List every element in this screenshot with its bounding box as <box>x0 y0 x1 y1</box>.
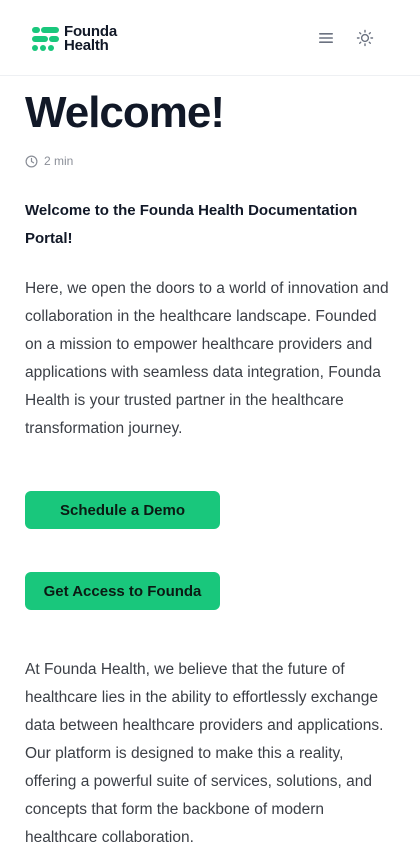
sun-icon <box>356 29 374 47</box>
mission-paragraph: At Founda Health, we believe that the fu… <box>25 661 384 846</box>
top-header: Founda Health <box>0 0 420 76</box>
founda-health-logo[interactable]: Founda Health <box>32 24 122 54</box>
reading-time-label: 2 min <box>44 154 74 168</box>
logo-wordmark: Founda Health <box>64 24 117 54</box>
founda-logo-mark-icon <box>32 26 60 52</box>
hamburger-menu-icon <box>319 33 333 43</box>
reading-time: 2 min <box>25 153 395 169</box>
logo-line-2: Health <box>64 37 109 54</box>
get-access-button[interactable]: Get Access to Founda <box>25 572 220 610</box>
page-title: Welcome! <box>25 88 225 137</box>
intro-paragraph: Here, we open the doors to a world of in… <box>25 280 389 437</box>
clock-icon <box>25 155 38 168</box>
schedule-demo-button[interactable]: Schedule a Demo <box>25 491 220 529</box>
theme-toggle-button[interactable] <box>354 27 376 49</box>
menu-button[interactable] <box>315 27 337 49</box>
article-content: Welcome! 2 min Welcome to the Founda Hea… <box>25 76 395 852</box>
lead-heading: Welcome to the Founda Health Documentati… <box>25 202 358 247</box>
